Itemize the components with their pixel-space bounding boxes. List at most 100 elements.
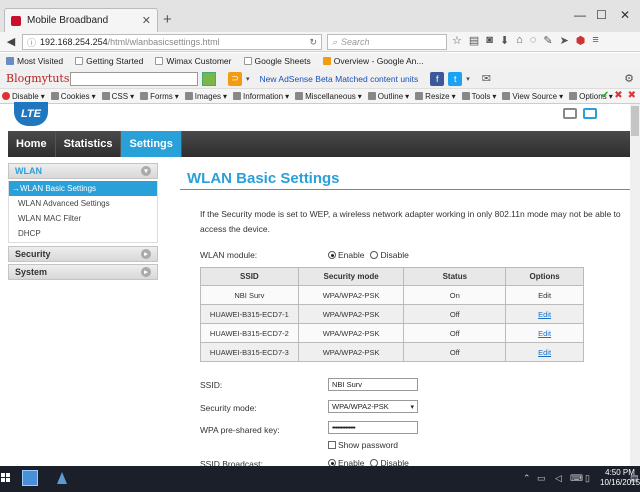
task-view-icon[interactable]: [22, 470, 38, 486]
wd-images[interactable]: Images ▾: [184, 92, 227, 101]
warning-icon[interactable]: ✖: [628, 90, 636, 101]
blogmytuts-logo: Blogmytuts: [6, 72, 70, 85]
browser-tab[interactable]: Mobile Broadband ✕: [4, 8, 158, 32]
nav-statistics[interactable]: Statistics: [56, 131, 122, 157]
wd-information[interactable]: Information ▾: [233, 92, 289, 101]
bookmark-most-visited[interactable]: Most Visited: [6, 56, 63, 66]
page-scrollbar[interactable]: [630, 104, 640, 466]
star-icon[interactable]: ☆: [452, 34, 462, 47]
search-input[interactable]: ⌕ Search: [327, 34, 447, 50]
security-mode-cell: WPA/WPA2-PSK: [297, 342, 405, 362]
nav-home[interactable]: Home: [8, 131, 56, 157]
info-icon[interactable]: ⓘ: [27, 36, 36, 49]
twitter-dropdown-icon[interactable]: ▾: [466, 75, 470, 83]
edge-app-icon[interactable]: [54, 470, 70, 486]
bookmark-getting-started[interactable]: Getting Started: [75, 56, 143, 66]
reading-list-icon[interactable]: ▤: [469, 34, 479, 47]
wd-css[interactable]: CSS ▾: [101, 92, 134, 101]
keyboard-icon[interactable]: ⌨: [570, 473, 583, 484]
back-icon[interactable]: ◀: [3, 34, 19, 50]
mail-icon[interactable]: ✉: [482, 72, 491, 85]
wd-view-source[interactable]: View Source ▾: [502, 92, 563, 101]
wd-cookies[interactable]: Cookies ▾: [50, 92, 96, 101]
sidebar-item-wlan-advanced-settings[interactable]: WLAN Advanced Settings: [9, 196, 157, 211]
ssid-cell: HUAWEI-B315-ECD7-3: [200, 342, 299, 362]
security-mode-cell: WPA/WPA2-PSK: [297, 323, 405, 343]
wlan-module-label: WLAN module:: [200, 250, 258, 260]
wd-miscellaneous[interactable]: Miscellaneous ▾: [295, 92, 362, 101]
facebook-icon[interactable]: f: [430, 71, 445, 86]
miscellaneous-icon: [295, 92, 304, 100]
settings-sidebar: WLAN ▾ → WLAN Basic Settings WLAN Advance…: [8, 163, 158, 282]
wd-resize[interactable]: Resize ▾: [415, 92, 456, 101]
sidebar-item-dhcp[interactable]: DHCP: [9, 226, 157, 241]
start-button[interactable]: [0, 470, 10, 486]
rss-dropdown-icon[interactable]: ▾: [246, 75, 250, 83]
sidebar-security-header[interactable]: Security ▸: [8, 246, 158, 262]
wlan-enable-option[interactable]: Enable: [328, 250, 364, 260]
scrollbar-thumb[interactable]: [631, 106, 639, 136]
sidebar-wlan-header[interactable]: WLAN ▾: [8, 163, 158, 179]
home-icon[interactable]: ⌂: [516, 34, 523, 47]
sidebar-item-wlan-basic-settings[interactable]: → WLAN Basic Settings: [9, 181, 157, 196]
toolbar-settings-icon[interactable]: ⚙: [624, 72, 634, 85]
nav-settings[interactable]: Settings: [121, 131, 182, 157]
wlan-disable-option[interactable]: Disable: [370, 250, 409, 260]
device-monitor-icon: [583, 108, 597, 119]
adblock-icon[interactable]: ⬢: [576, 34, 586, 47]
cookie-icon: [50, 92, 59, 100]
wpa-key-input[interactable]: ••••••••••••••: [328, 421, 418, 434]
toolbar-search-button[interactable]: [202, 71, 216, 86]
error-icon[interactable]: ✖: [614, 90, 622, 101]
wd-forms[interactable]: Forms ▾: [140, 92, 179, 101]
status-cell: On: [403, 285, 507, 305]
status-cell: Off: [403, 304, 507, 324]
chat-icon[interactable]: ◌: [530, 34, 537, 47]
maximize-icon[interactable]: ☐: [596, 8, 607, 22]
check-icon[interactable]: ✔: [601, 90, 609, 101]
tab-close-icon[interactable]: ✕: [142, 14, 151, 27]
new-tab-button[interactable]: +: [163, 11, 172, 28]
header-ssid: SSID: [200, 267, 299, 286]
bookmark-google-sheets[interactable]: Google Sheets: [243, 56, 311, 66]
show-password-option[interactable]: Show password: [328, 440, 398, 450]
volume-icon[interactable]: ◁: [555, 473, 562, 484]
table-row: HUAWEI-B315-ECD7-2 WPA/WPA2-PSK Off Edit: [200, 323, 584, 343]
edit-link[interactable]: Edit: [538, 310, 551, 319]
ssid-input[interactable]: NBI Surv: [328, 378, 418, 391]
adsense-link[interactable]: New AdSense Beta Matched content units: [260, 74, 419, 84]
sidebar-item-wlan-mac-filter[interactable]: WLAN MAC Filter: [9, 211, 157, 226]
edit-link[interactable]: Edit: [538, 348, 551, 357]
download-icon[interactable]: ⬇: [500, 34, 509, 47]
header-status: Status: [403, 267, 507, 286]
bookmark-wimax-customer[interactable]: Wimax Customer: [155, 56, 232, 66]
wd-tools[interactable]: Tools ▾: [461, 92, 496, 101]
bookmark-overview-google[interactable]: Overview - Google An...: [322, 56, 424, 66]
addon-icon[interactable]: ✎: [543, 34, 552, 47]
wd-disable[interactable]: Disable ▾: [2, 92, 45, 101]
pocket-icon[interactable]: ◙: [486, 34, 493, 47]
twitter-icon[interactable]: t: [448, 71, 463, 86]
edit-link[interactable]: Edit: [538, 329, 551, 338]
sidebar-system-header[interactable]: System ▸: [8, 264, 158, 280]
tab-title: Mobile Broadband: [27, 15, 109, 26]
navigation-bar: ◀ ⓘ 192.168.254.254/html/wlanbasicsettin…: [0, 32, 640, 52]
rss-icon[interactable]: ⊃: [228, 71, 242, 86]
close-window-icon[interactable]: ✕: [620, 8, 630, 22]
menu-icon[interactable]: ≡: [592, 34, 598, 47]
forward-icon[interactable]: ➤: [560, 34, 569, 47]
notification-icon[interactable]: ▤: [630, 473, 639, 484]
view-source-icon: [502, 92, 511, 100]
expand-icon: ▸: [141, 267, 151, 277]
status-icons: ✔ ✖ ✖: [601, 90, 636, 101]
minimize-icon[interactable]: —: [574, 8, 586, 22]
reload-icon[interactable]: ↻: [309, 37, 317, 48]
toolbar-search-input[interactable]: [70, 71, 198, 86]
url-bar[interactable]: ⓘ 192.168.254.254/html/wlanbasicsettings…: [22, 34, 322, 50]
tray-chevron-icon[interactable]: ⌃: [523, 473, 531, 484]
battery-icon[interactable]: ▯: [585, 473, 590, 484]
wd-outline[interactable]: Outline ▾: [367, 92, 409, 101]
network-icon[interactable]: ▭: [537, 473, 546, 484]
security-mode-select[interactable]: WPA/WPA2-PSK ▾: [328, 400, 418, 413]
wpa-key-label: WPA pre-shared key:: [200, 425, 280, 435]
